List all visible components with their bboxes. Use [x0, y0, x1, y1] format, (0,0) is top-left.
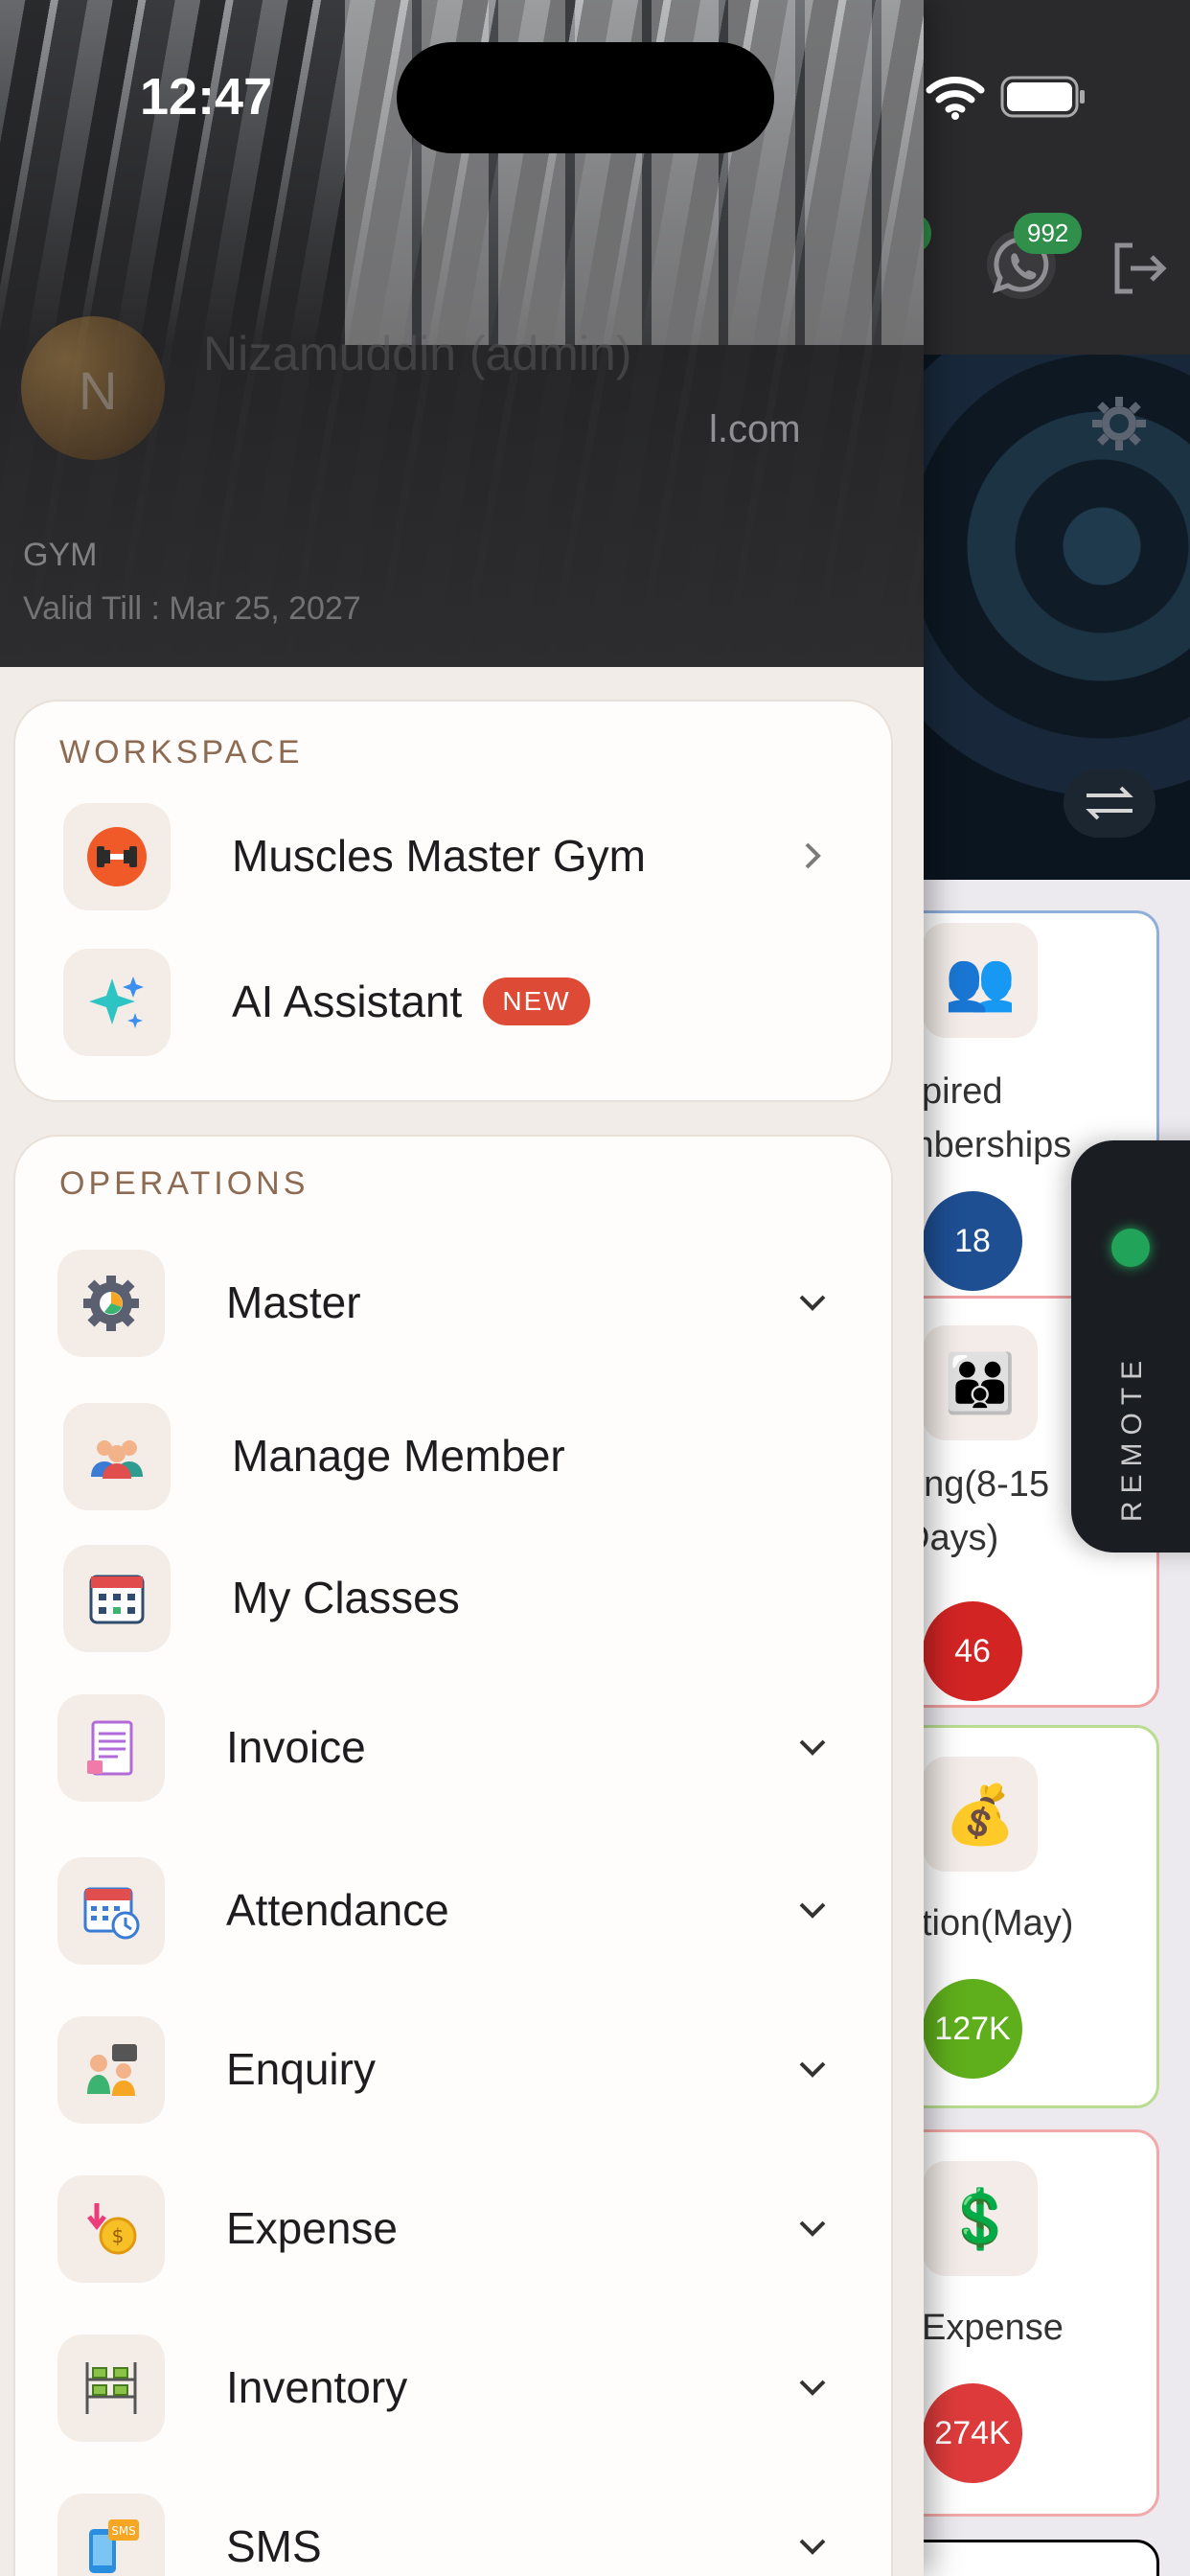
- stat-card-count: 18: [923, 1191, 1022, 1291]
- navigation-drawer: N Nizamuddin (admin) l.com GYM Valid Til…: [0, 0, 924, 2576]
- logout-icon[interactable]: [1108, 238, 1169, 299]
- members-icon: [63, 1403, 171, 1510]
- enquiry-icon: [57, 2016, 165, 2124]
- valid-till-label: Valid Till : Mar 25, 2027: [23, 590, 361, 627]
- user-email: l.com: [709, 408, 801, 450]
- dumbbell-icon: [63, 803, 171, 910]
- workspace-section: WORKSPACE Muscles Master Gym AI Assistan…: [13, 700, 893, 1102]
- stat-card-label: ction(May): [904, 1903, 1074, 1944]
- whatsapp-badge: 992: [1014, 213, 1083, 254]
- operations-section: OPERATIONS Master Manage Member My Class…: [13, 1135, 893, 2576]
- group-icon: 👪: [923, 1325, 1038, 1440]
- menu-item-label: Attendance: [226, 1885, 449, 1935]
- chevron-down-icon: [799, 1739, 826, 1756]
- chevron-down-icon: [799, 1902, 826, 1919]
- stat-card-count: 127K: [923, 1979, 1022, 2079]
- workspace-title: WORKSPACE: [59, 734, 304, 770]
- chevron-down-icon: [799, 2220, 826, 2237]
- stat-card-label: l Expense: [904, 2308, 1064, 2348]
- menu-item-inventory[interactable]: Inventory: [15, 2325, 895, 2450]
- new-badge: NEW: [483, 977, 590, 1025]
- remote-tab[interactable]: REMOTE: [1071, 1140, 1190, 1552]
- expense-coin-icon: $: [57, 2175, 165, 2283]
- menu-item-expense[interactable]: $ Expense: [15, 2166, 895, 2290]
- remote-label: REMOTE: [1116, 1352, 1148, 1523]
- stat-card-count: 274K: [923, 2383, 1022, 2483]
- menu-item-master[interactable]: Master: [15, 1240, 895, 1365]
- chevron-down-icon: [799, 2061, 826, 2078]
- wifi-icon: [926, 77, 985, 120]
- remote-status-dot: [1111, 1229, 1150, 1267]
- chevron-right-icon: [805, 842, 821, 869]
- svg-text:$: $: [112, 2224, 125, 2247]
- menu-item-label: Master: [226, 1277, 361, 1327]
- operations-title: OPERATIONS: [59, 1165, 309, 1202]
- invoice-icon: [57, 1694, 165, 1802]
- menu-item-label: Expense: [226, 2203, 399, 2253]
- workspace-item-label: AI Assistant: [232, 977, 463, 1026]
- dynamic-island: [397, 42, 774, 153]
- menu-item-label: SMS: [226, 2521, 322, 2571]
- workspace-item-gym[interactable]: Muscles Master Gym: [15, 794, 895, 918]
- menu-item-invoice[interactable]: Invoice: [15, 1685, 895, 1809]
- menu-item-attendance[interactable]: Attendance: [15, 1848, 895, 1972]
- chevron-down-icon: [799, 2380, 826, 2396]
- settings-gear-icon[interactable]: [1088, 393, 1150, 454]
- inventory-shelf-icon: [57, 2334, 165, 2442]
- svg-text:SMS: SMS: [111, 2524, 136, 2538]
- gear-chart-icon: [57, 1250, 165, 1357]
- battery-icon: [1000, 76, 1085, 118]
- menu-item-my-classes[interactable]: My Classes: [15, 1535, 895, 1660]
- menu-item-label: Invoice: [226, 1722, 366, 1772]
- gym-label: GYM: [23, 537, 98, 573]
- menu-item-enquiry[interactable]: Enquiry: [15, 2007, 895, 2131]
- swap-icon[interactable]: [1064, 769, 1156, 838]
- sparkles-icon: [63, 949, 171, 1056]
- stat-card-label: ring(8-15 Days): [904, 1464, 1050, 1558]
- money-bag-icon: 💰: [923, 1757, 1038, 1872]
- menu-item-label: Enquiry: [226, 2044, 376, 2094]
- attendance-calendar-icon: [57, 1857, 165, 1965]
- chevron-down-icon: [799, 1295, 826, 1311]
- chevron-down-icon: [799, 2539, 826, 2555]
- menu-item-sms[interactable]: SMS SMS: [15, 2484, 895, 2576]
- menu-item-label: Inventory: [226, 2362, 408, 2412]
- calendar-classes-icon: [63, 1545, 171, 1652]
- workspace-item-ai-assistant[interactable]: AI Assistant NEW: [15, 939, 895, 1064]
- stat-card-count: 46: [923, 1601, 1022, 1701]
- avatar-initial: N: [79, 360, 118, 421]
- status-time: 12:47: [140, 68, 273, 126]
- workspace-item-label: Muscles Master Gym: [232, 831, 646, 881]
- sms-phone-icon: SMS: [57, 2494, 165, 2576]
- menu-item-label: Manage Member: [232, 1431, 565, 1481]
- menu-item-label: My Classes: [232, 1573, 460, 1622]
- avatar[interactable]: N: [21, 316, 165, 460]
- members-icon: 👥: [923, 923, 1038, 1038]
- stat-card-label: xpired mberships: [904, 1071, 1072, 1165]
- user-name: Nizamuddin (admin): [203, 327, 632, 380]
- expense-coins-icon: 💲: [923, 2161, 1038, 2276]
- menu-item-manage-member[interactable]: Manage Member: [15, 1393, 895, 1518]
